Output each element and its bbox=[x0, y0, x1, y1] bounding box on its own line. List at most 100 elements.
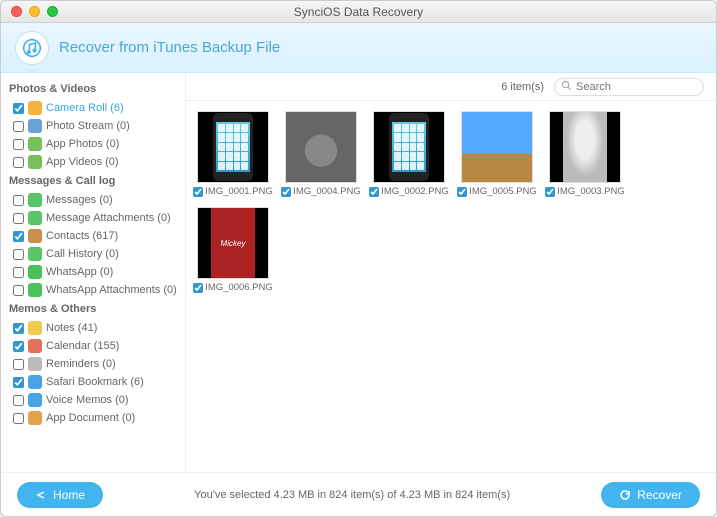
category-icon bbox=[28, 283, 42, 297]
sidebar-item[interactable]: Photo Stream (0) bbox=[7, 117, 185, 135]
thumbnail-item[interactable]: IMG_0002.PNG bbox=[370, 111, 448, 197]
sidebar-item-checkbox[interactable] bbox=[13, 341, 24, 352]
category-icon bbox=[28, 101, 42, 115]
sidebar-item[interactable]: App Videos (0) bbox=[7, 153, 185, 171]
thumbnail-item[interactable]: Mickey IMG_0006.PNG bbox=[194, 207, 272, 293]
minimize-window-button[interactable] bbox=[29, 6, 40, 17]
sidebar-item-checkbox[interactable] bbox=[13, 103, 24, 114]
sidebar-item-checkbox[interactable] bbox=[13, 195, 24, 206]
category-icon bbox=[28, 137, 42, 151]
thumbnail-image[interactable] bbox=[461, 111, 533, 183]
sidebar-item-label: App Document (0) bbox=[46, 412, 135, 424]
category-icon bbox=[28, 321, 42, 335]
sidebar-item-checkbox[interactable] bbox=[13, 377, 24, 388]
sidebar-item-checkbox[interactable] bbox=[13, 267, 24, 278]
footer-bar: Home You've selected 4.23 MB in 824 item… bbox=[1, 472, 716, 516]
thumbnail-filename: IMG_0002.PNG bbox=[381, 186, 449, 197]
category-icon bbox=[28, 411, 42, 425]
page-header: Recover from iTunes Backup File bbox=[1, 23, 716, 73]
thumbnail-item[interactable]: IMG_0003.PNG bbox=[546, 111, 624, 197]
thumbnail-item[interactable]: IMG_0005.PNG bbox=[458, 111, 536, 197]
thumbnail-image[interactable] bbox=[285, 111, 357, 183]
sidebar-item-checkbox[interactable] bbox=[13, 231, 24, 242]
sidebar-item-checkbox[interactable] bbox=[13, 285, 24, 296]
sidebar-item[interactable]: Call History (0) bbox=[7, 245, 185, 263]
sidebar-item[interactable]: Reminders (0) bbox=[7, 355, 185, 373]
sidebar-item-checkbox[interactable] bbox=[13, 323, 24, 334]
sidebar-item-checkbox[interactable] bbox=[13, 139, 24, 150]
sidebar-item[interactable]: Safari Bookmark (6) bbox=[7, 373, 185, 391]
thumbnail-checkbox[interactable] bbox=[369, 187, 379, 197]
category-icon bbox=[28, 375, 42, 389]
search-icon bbox=[561, 80, 572, 94]
app-window: SynciOS Data Recovery Recover from iTune… bbox=[0, 0, 717, 517]
sidebar-item[interactable]: Messages (0) bbox=[7, 191, 185, 209]
category-icon bbox=[28, 193, 42, 207]
sidebar-item-label: Contacts (617) bbox=[46, 230, 118, 242]
sidebar-item[interactable]: Calendar (155) bbox=[7, 337, 185, 355]
grid-toolbar: 6 item(s) bbox=[186, 73, 716, 101]
sidebar-item-checkbox[interactable] bbox=[13, 121, 24, 132]
thumbnail-checkbox[interactable] bbox=[193, 187, 203, 197]
home-button[interactable]: Home bbox=[17, 482, 103, 508]
sidebar-item[interactable]: WhatsApp (0) bbox=[7, 263, 185, 281]
sidebar-item[interactable]: App Photos (0) bbox=[7, 135, 185, 153]
sidebar-item[interactable]: App Document (0) bbox=[7, 409, 185, 427]
sidebar-item-label: App Videos (0) bbox=[46, 156, 119, 168]
sidebar-item-checkbox[interactable] bbox=[13, 413, 24, 424]
thumbnail-image[interactable]: Mickey bbox=[197, 207, 269, 279]
thumbnail-image[interactable] bbox=[549, 111, 621, 183]
sidebar-item-label: Safari Bookmark (6) bbox=[46, 376, 144, 388]
sidebar-section-title: Photos & Videos bbox=[7, 79, 185, 99]
titlebar: SynciOS Data Recovery bbox=[1, 1, 716, 23]
thumbnail-checkbox[interactable] bbox=[545, 187, 555, 197]
sidebar-item[interactable]: Voice Memos (0) bbox=[7, 391, 185, 409]
sidebar-section-title: Messages & Call log bbox=[7, 171, 185, 191]
window-controls bbox=[1, 6, 58, 17]
category-icon bbox=[28, 229, 42, 243]
search-input[interactable] bbox=[576, 81, 697, 93]
sidebar-item-label: Voice Memos (0) bbox=[46, 394, 129, 406]
sidebar-item-label: Messages (0) bbox=[46, 194, 113, 206]
main-panel: 6 item(s) IMG_0001.PNGIMG_0004.PNGIMG_00… bbox=[186, 73, 716, 472]
thumbnail-grid[interactable]: IMG_0001.PNG IMG_0004.PNG IMG_0002.PNG IMG_… bbox=[186, 101, 716, 472]
close-window-button[interactable] bbox=[11, 6, 22, 17]
sidebar-item-checkbox[interactable] bbox=[13, 395, 24, 406]
thumbnail-filename: IMG_0003.PNG bbox=[557, 186, 625, 197]
sidebar-item-checkbox[interactable] bbox=[13, 359, 24, 370]
sidebar-item-label: Photo Stream (0) bbox=[46, 120, 130, 132]
zoom-window-button[interactable] bbox=[47, 6, 58, 17]
sidebar-item[interactable]: Message Attachments (0) bbox=[7, 209, 185, 227]
selection-status: You've selected 4.23 MB in 824 item(s) o… bbox=[194, 489, 510, 501]
category-icon bbox=[28, 339, 42, 353]
recover-button[interactable]: Recover bbox=[601, 482, 700, 508]
thumbnail-checkbox[interactable] bbox=[457, 187, 467, 197]
sidebar-item-label: WhatsApp (0) bbox=[46, 266, 113, 278]
sidebar-item-label: Calendar (155) bbox=[46, 340, 119, 352]
thumbnail-item[interactable]: IMG_0001.PNG bbox=[194, 111, 272, 197]
thumbnail-image[interactable] bbox=[373, 111, 445, 183]
thumbnail-checkbox[interactable] bbox=[193, 283, 203, 293]
sidebar-item[interactable]: WhatsApp Attachments (0) bbox=[7, 281, 185, 299]
thumbnail-item[interactable]: IMG_0004.PNG bbox=[282, 111, 360, 197]
category-icon bbox=[28, 247, 42, 261]
thumbnail-filename: IMG_0006.PNG bbox=[205, 282, 273, 293]
sidebar-item[interactable]: Notes (41) bbox=[7, 319, 185, 337]
page-title: Recover from iTunes Backup File bbox=[59, 39, 280, 56]
thumbnail-image[interactable] bbox=[197, 111, 269, 183]
sidebar-item-label: Message Attachments (0) bbox=[46, 212, 171, 224]
search-box[interactable] bbox=[554, 78, 704, 96]
sidebar-item[interactable]: Contacts (617) bbox=[7, 227, 185, 245]
category-icon bbox=[28, 211, 42, 225]
item-count-label: 6 item(s) bbox=[501, 81, 544, 93]
thumbnail-filename: IMG_0001.PNG bbox=[205, 186, 273, 197]
sidebar-item[interactable]: Camera Roll (6) bbox=[7, 99, 185, 117]
itunes-icon bbox=[15, 31, 49, 65]
sidebar-item-checkbox[interactable] bbox=[13, 213, 24, 224]
sidebar-item-label: App Photos (0) bbox=[46, 138, 119, 150]
sidebar-item-checkbox[interactable] bbox=[13, 249, 24, 260]
category-sidebar[interactable]: Photos & VideosCamera Roll (6) Photo Stre… bbox=[1, 73, 186, 472]
thumbnail-checkbox[interactable] bbox=[281, 187, 291, 197]
sidebar-item-label: WhatsApp Attachments (0) bbox=[46, 284, 177, 296]
sidebar-item-checkbox[interactable] bbox=[13, 157, 24, 168]
